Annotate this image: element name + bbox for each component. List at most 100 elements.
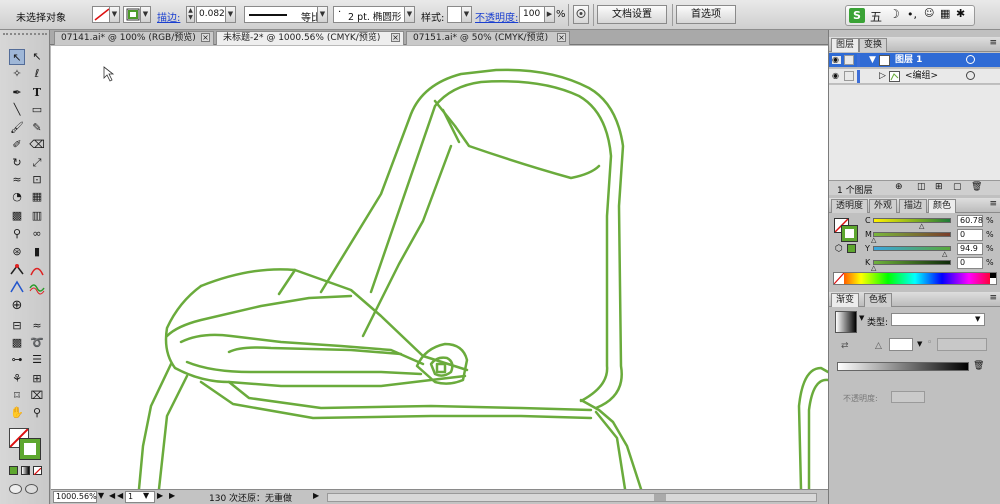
paintbrush-tool-icon[interactable]: 🖌 bbox=[9, 120, 25, 136]
gradient-tool-icon[interactable]: ▥ bbox=[29, 208, 45, 224]
gradient-slider-bar[interactable] bbox=[837, 362, 969, 371]
stroke-weight-dropdown[interactable]: ▼ bbox=[225, 6, 236, 23]
mesh-tool-icon[interactable]: ▩ bbox=[9, 208, 25, 224]
moon-icon[interactable]: ☽ bbox=[889, 7, 900, 21]
selection-tool-icon[interactable]: ↖ bbox=[9, 49, 25, 65]
line-tool-icon[interactable]: ╲ bbox=[9, 102, 25, 118]
visibility-eye-icon[interactable]: ◉ bbox=[832, 56, 841, 64]
variable-width-profile[interactable]: 等比 bbox=[244, 6, 328, 24]
direct-selection-tool-icon[interactable]: ↖ bbox=[29, 49, 45, 65]
status-menu-icon[interactable]: ▶ bbox=[313, 491, 319, 500]
tab-transform[interactable]: 变换 bbox=[859, 38, 888, 52]
magenta-slider-thumb[interactable]: △ bbox=[871, 236, 876, 244]
stroke-weight-stepper[interactable]: ▲ ▼ bbox=[186, 6, 195, 23]
rotate-tool-icon[interactable]: ↻ bbox=[9, 155, 25, 171]
tab-transparency[interactable]: 透明度 bbox=[831, 199, 869, 213]
fill-stroke-proxy[interactable] bbox=[9, 428, 41, 460]
prev-page-icon[interactable]: ◀ bbox=[117, 491, 123, 500]
artboard-tool-icon[interactable]: ⊟ bbox=[9, 318, 25, 334]
close-icon[interactable]: × bbox=[557, 33, 566, 42]
punctuation-icon[interactable]: •, bbox=[907, 8, 917, 21]
artboard-canvas[interactable] bbox=[51, 46, 828, 489]
preferences-button[interactable]: 首选项 bbox=[676, 5, 736, 24]
shape-builder-tool-icon[interactable]: ◔ bbox=[9, 189, 25, 205]
zoom-field[interactable]: 1000.56% bbox=[53, 491, 97, 503]
scrollbar-thumb[interactable] bbox=[654, 494, 666, 501]
symbol-sprayer-tool-icon[interactable]: ⊛ bbox=[9, 244, 25, 260]
scale-tool-icon[interactable]: ⤢ bbox=[29, 155, 45, 171]
magenta-slider[interactable] bbox=[873, 232, 951, 237]
black-value-field[interactable]: 0 bbox=[957, 257, 983, 269]
live-paint-selection-icon[interactable]: ⊞ bbox=[29, 371, 45, 387]
type-tool-icon[interactable]: T bbox=[29, 85, 45, 101]
width-tool-icon[interactable] bbox=[9, 262, 25, 278]
delete-layer-icon[interactable]: 🗑 bbox=[971, 182, 982, 192]
ime-logo-icon[interactable]: S bbox=[849, 8, 865, 23]
draw-normal-icon[interactable] bbox=[9, 484, 22, 494]
opacity-link[interactable]: 不透明度: bbox=[475, 9, 518, 24]
gradient-mode-icon[interactable] bbox=[21, 466, 30, 475]
keyboard-icon[interactable]: ▦ bbox=[940, 7, 950, 20]
stroke-dropdown[interactable]: ▼ bbox=[140, 6, 151, 23]
magenta-value-field[interactable]: 0 bbox=[957, 229, 983, 241]
white-swatch[interactable] bbox=[990, 278, 996, 284]
doc-tab-untitled-2[interactable]: 未标题-2* @ 1000.56% (CMYK/预览) × bbox=[216, 31, 404, 45]
target-circle-icon[interactable] bbox=[966, 71, 975, 80]
anchor-tool-icon[interactable] bbox=[9, 279, 25, 295]
first-page-icon[interactable]: ◀ bbox=[109, 491, 115, 500]
doc-tab-07151[interactable]: 07151.ai* @ 50% (CMYK/预览) × bbox=[406, 31, 570, 45]
yellow-value-field[interactable]: 94.9 bbox=[957, 243, 983, 255]
cyan-slider-thumb[interactable]: △ bbox=[919, 222, 924, 230]
screen-mode-icon[interactable] bbox=[25, 484, 38, 494]
tab-color[interactable]: 颜色 bbox=[928, 199, 957, 213]
recolor-artwork-button[interactable] bbox=[573, 5, 589, 24]
panel-menu-icon[interactable]: ≡ bbox=[989, 38, 997, 48]
graph-tool-icon[interactable]: ▮ bbox=[29, 244, 45, 260]
web-safe-swatch[interactable] bbox=[847, 244, 856, 253]
stroke-proxy-icon[interactable] bbox=[841, 225, 858, 242]
lasso-tool-icon[interactable]: ℓ bbox=[29, 66, 45, 82]
crosshair-tool-icon[interactable]: ⊕ bbox=[9, 298, 25, 314]
emoji-icon[interactable]: ☺ bbox=[924, 8, 934, 19]
stroke-color-icon[interactable] bbox=[19, 438, 41, 460]
blob-brush-tool-icon[interactable]: ✐ bbox=[9, 137, 25, 153]
document-setup-button[interactable]: 文档设置 bbox=[597, 5, 667, 24]
black-slider[interactable] bbox=[873, 260, 951, 265]
eraser-tool-icon[interactable]: ⌫ bbox=[29, 137, 45, 153]
gradient-type-select[interactable] bbox=[891, 313, 985, 326]
style-dropdown[interactable]: ▼ bbox=[461, 6, 472, 23]
cyan-slider[interactable] bbox=[873, 218, 951, 223]
tab-appearance[interactable]: 外观 bbox=[869, 199, 898, 213]
page-field[interactable]: 1 bbox=[125, 491, 155, 503]
tab-stroke[interactable]: 描边 bbox=[899, 199, 928, 213]
ime-mode-label[interactable]: 五 bbox=[870, 8, 882, 25]
rectangle-tool-icon[interactable]: ▭ bbox=[29, 102, 45, 118]
crop-area-tool-icon[interactable]: ⌑ bbox=[9, 388, 25, 404]
profile-dropdown[interactable]: ▼ bbox=[317, 6, 328, 23]
lock-toggle[interactable] bbox=[844, 55, 854, 65]
live-paint-tool-icon[interactable]: ⚘ bbox=[9, 371, 25, 387]
blend-tool-icon[interactable]: ∞ bbox=[29, 226, 45, 242]
black-slider-thumb[interactable]: △ bbox=[871, 264, 876, 272]
target-circle-icon[interactable] bbox=[966, 55, 975, 64]
warp-mesh-tool-icon[interactable]: ≈ bbox=[29, 318, 45, 334]
last-page-icon[interactable]: ▶ bbox=[169, 491, 175, 500]
tab-layers[interactable]: 图层 bbox=[831, 38, 860, 52]
panel-menu-icon[interactable]: ≡ bbox=[989, 199, 997, 209]
slice-tool-icon[interactable]: ⌧ bbox=[29, 388, 45, 404]
align-tool-icon[interactable]: ☰ bbox=[29, 352, 45, 368]
locate-object-icon[interactable]: ⊕ bbox=[895, 182, 903, 192]
gradient-angle-field[interactable] bbox=[889, 338, 913, 351]
delete-stop-icon[interactable]: 🗑 bbox=[973, 361, 984, 371]
stroke-link[interactable]: 描边: bbox=[157, 9, 180, 24]
reverse-gradient-icon[interactable]: ⇄ bbox=[841, 341, 849, 351]
gradient-thumbnail[interactable] bbox=[835, 311, 857, 333]
close-icon[interactable]: × bbox=[201, 33, 210, 42]
doc-tab-07141[interactable]: 07141.ai* @ 100% (RGB/预览) × bbox=[54, 31, 214, 45]
layer-name[interactable]: 图层 1 bbox=[895, 53, 922, 67]
none-swatch[interactable] bbox=[833, 272, 845, 285]
free-transform-tool-icon[interactable]: ⊡ bbox=[29, 172, 45, 188]
yellow-slider[interactable] bbox=[873, 246, 951, 251]
opacity-dropdown[interactable]: ▶ bbox=[544, 6, 555, 23]
visibility-eye-icon[interactable]: ◉ bbox=[832, 72, 841, 80]
